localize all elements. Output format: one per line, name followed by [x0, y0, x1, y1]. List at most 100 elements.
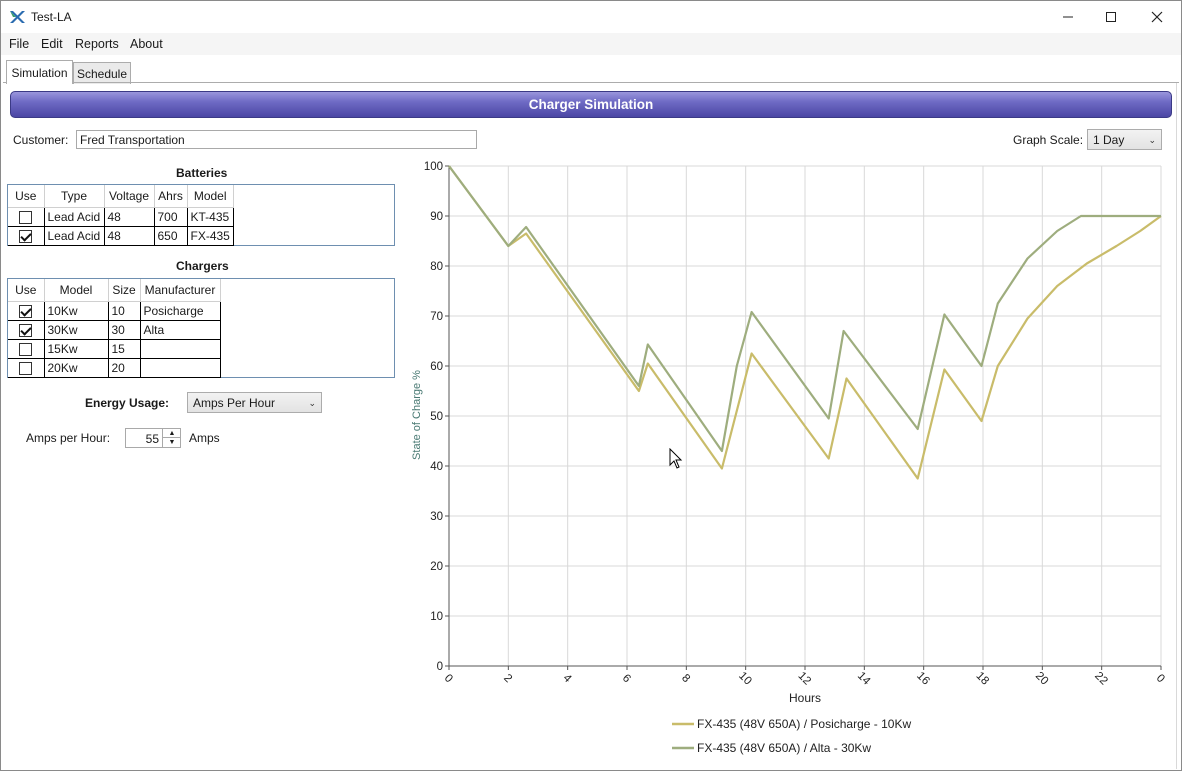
chevron-down-icon: ⌄	[1148, 135, 1156, 145]
x-tick-label: 22	[1092, 670, 1110, 688]
charger-use-checkbox[interactable]	[19, 342, 33, 356]
charger-use-checkbox[interactable]	[19, 304, 33, 318]
menu-about[interactable]: About	[130, 36, 163, 52]
y-tick-label: 90	[430, 211, 443, 223]
manufacturer-cell[interactable]: Posicharge	[140, 301, 221, 321]
close-button[interactable]	[1134, 1, 1180, 33]
battery-use-checkbox[interactable]	[19, 229, 33, 243]
table-row[interactable]: 10Kw 10 Posicharge	[8, 301, 221, 321]
tab-simulation[interactable]: Simulation	[6, 60, 73, 84]
graph-scale-value: 1 Day	[1093, 133, 1125, 147]
tab-schedule[interactable]: Schedule	[73, 62, 131, 84]
decrement-button[interactable]: ▼	[163, 438, 181, 447]
batteries-title: Batteries	[176, 166, 228, 180]
graph-scale-select[interactable]: 1 Day ⌄	[1087, 129, 1162, 150]
ahrs-cell[interactable]: 650	[154, 226, 188, 246]
column-header[interactable]: Type	[44, 185, 105, 208]
use-cell[interactable]	[8, 339, 45, 359]
table-row[interactable]: 20Kw 20	[8, 358, 221, 378]
cursor-icon	[669, 448, 683, 469]
amps-per-hour-value[interactable]: 55	[146, 432, 159, 446]
battery-use-checkbox[interactable]	[19, 210, 33, 224]
customer-label: Customer:	[13, 133, 69, 147]
charger-use-checkbox[interactable]	[19, 323, 33, 337]
close-icon	[1151, 11, 1163, 23]
menu-reports[interactable]: Reports	[75, 36, 119, 52]
y-axis-label: State of Charge %	[411, 370, 423, 460]
batteries-grid: Use Type Voltage Ahrs Model Lead Acid 48…	[7, 184, 395, 246]
model-cell[interactable]: KT-435	[187, 207, 234, 227]
column-header[interactable]: Voltage	[104, 185, 155, 208]
app-window: Test-LA File Edit Reports About Simulati…	[0, 0, 1182, 771]
column-header[interactable]: Ahrs	[154, 185, 188, 208]
y-tick-label: 0	[437, 661, 443, 673]
use-cell[interactable]	[8, 226, 45, 246]
table-row[interactable]: Lead Acid 48 650 FX-435	[8, 226, 234, 246]
energy-usage-value: Amps Per Hour	[193, 396, 276, 410]
model-cell[interactable]: 20Kw	[44, 358, 109, 378]
column-header[interactable]: Size	[108, 279, 141, 302]
use-cell[interactable]	[8, 207, 45, 227]
energy-usage-select[interactable]: Amps Per Hour ⌄	[187, 392, 322, 413]
x-tick-label: 0	[1154, 672, 1167, 685]
model-cell[interactable]: 15Kw	[44, 339, 109, 359]
size-cell[interactable]: 10	[108, 301, 141, 321]
minimize-button[interactable]	[1045, 1, 1091, 33]
x-axis-label: Hours	[789, 691, 821, 705]
chart-legend: FX-435 (48V 650A) / Posicharge - 10Kw FX-…	[672, 717, 911, 755]
column-header[interactable]: Model	[187, 185, 234, 208]
panel-border	[1176, 83, 1177, 769]
increment-button[interactable]: ▲	[163, 429, 181, 438]
use-cell[interactable]	[8, 320, 45, 340]
x-tick-label: 2	[501, 672, 514, 685]
column-header[interactable]: Use	[8, 185, 45, 208]
x-tick-label: 16	[914, 670, 932, 688]
y-tick-label: 30	[430, 511, 443, 523]
charger-use-checkbox[interactable]	[19, 361, 33, 375]
amps-per-hour-label: Amps per Hour:	[26, 431, 111, 445]
y-tick-label: 80	[430, 261, 443, 273]
app-logo-icon	[10, 11, 25, 23]
menu-edit[interactable]: Edit	[41, 36, 63, 52]
manufacturer-cell[interactable]	[140, 358, 221, 378]
amps-per-hour-stepper[interactable]: 55 ▲ ▼	[125, 428, 181, 448]
type-cell[interactable]: Lead Acid	[44, 207, 105, 227]
x-tick-label: 8	[679, 672, 692, 685]
size-cell[interactable]: 30	[108, 320, 141, 340]
x-tick-label: 12	[796, 670, 814, 688]
chart-grid	[448, 165, 1162, 667]
column-header[interactable]: Model	[44, 279, 109, 302]
type-cell[interactable]: Lead Acid	[44, 226, 105, 246]
energy-usage-label: Energy Usage:	[85, 396, 170, 410]
manufacturer-cell[interactable]	[140, 339, 221, 359]
table-row[interactable]: 15Kw 15	[8, 339, 221, 359]
y-tick-label: 100	[424, 161, 443, 173]
y-tick-label: 70	[430, 311, 443, 323]
maximize-button[interactable]	[1088, 1, 1134, 33]
voltage-cell[interactable]: 48	[104, 226, 155, 246]
model-cell[interactable]: 10Kw	[44, 301, 109, 321]
column-header[interactable]: Manufacturer	[140, 279, 221, 302]
model-cell[interactable]: 30Kw	[44, 320, 109, 340]
manufacturer-cell[interactable]: Alta	[140, 320, 221, 340]
chevron-down-icon: ⌄	[308, 398, 316, 408]
table-row[interactable]: Lead Acid 48 700 KT-435	[8, 207, 234, 227]
use-cell[interactable]	[8, 358, 45, 378]
ahrs-cell[interactable]: 700	[154, 207, 188, 227]
title-bar: Test-LA	[1, 1, 1181, 33]
state-of-charge-chart: 0 10 20 30 40 50 60 70 80 90 100 0 2 4 6 8 10 12 14 16 18 20 2…	[411, 161, 1167, 755]
arrow-down-icon: ▼	[168, 439, 176, 446]
column-header[interactable]: Use	[8, 279, 45, 302]
model-cell[interactable]: FX-435	[187, 226, 234, 246]
use-cell[interactable]	[8, 301, 45, 321]
arrow-up-icon: ▲	[168, 429, 176, 437]
menu-file[interactable]: File	[9, 36, 29, 52]
customer-input[interactable]: Fred Transportation	[76, 130, 477, 149]
table-row[interactable]: 30Kw 30 Alta	[8, 320, 221, 340]
size-cell[interactable]: 20	[108, 358, 141, 378]
menu-bar: File Edit Reports About	[1, 33, 1181, 55]
size-cell[interactable]: 15	[108, 339, 141, 359]
chargers-title: Chargers	[176, 259, 229, 273]
voltage-cell[interactable]: 48	[104, 207, 155, 227]
x-tick-label: 10	[736, 670, 754, 688]
